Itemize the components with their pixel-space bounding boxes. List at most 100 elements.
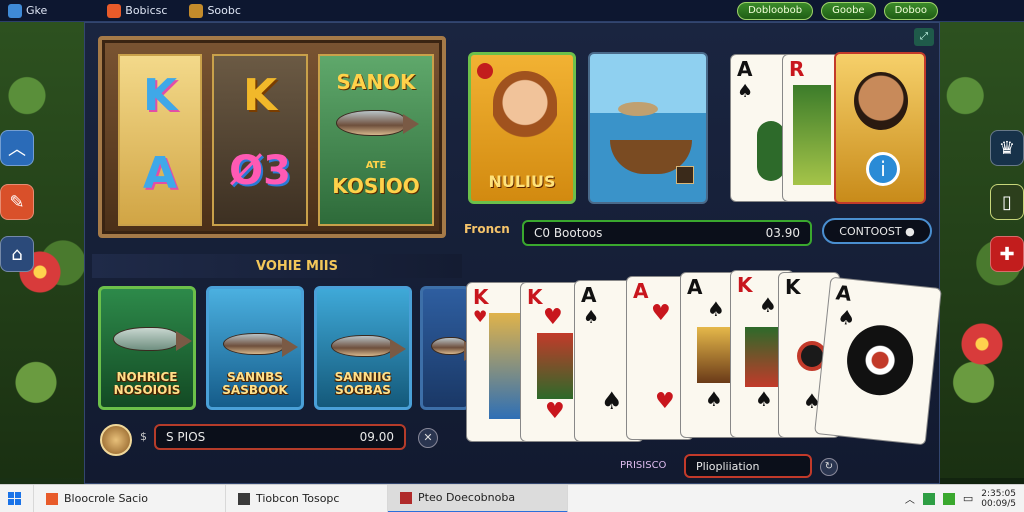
character-portrait [854, 72, 908, 130]
taskbar-app-1[interactable]: Bloocrole Sacio [34, 484, 226, 512]
topbar-button-3[interactable]: Doboo [883, 1, 938, 20]
chevron-up-icon[interactable]: ︿ [905, 491, 915, 506]
pencil-icon: ✎ [9, 191, 25, 213]
app-icon [46, 492, 58, 505]
bonus-label: Froncn [464, 222, 510, 236]
fish-icon [113, 327, 192, 351]
taskbar: Bloocrole Sacio Tiobcon Tosopc Pteo Doec… [0, 484, 1024, 512]
fishing-boat-card[interactable] [588, 52, 708, 204]
game-thumbnail[interactable]: NOHRICE NOSOIOIS [98, 286, 196, 410]
card-art [537, 333, 573, 399]
add-side-button[interactable]: ✚ [990, 236, 1024, 272]
hero-card-label: NULIUS [488, 172, 556, 191]
card-rank: K [527, 285, 543, 309]
balance-field[interactable]: C0 Bootoos 03.90 [522, 220, 812, 246]
battery-icon[interactable]: ▭ [963, 492, 973, 505]
card-art [757, 121, 785, 181]
slot-machine[interactable]: K A K Ø3 SANOK ATE KOSIOO [98, 36, 446, 238]
slot-title-top: SANOK [336, 70, 416, 94]
fish-icon [223, 333, 298, 357]
topbar-item-2[interactable]: Soobc [189, 3, 241, 18]
caret-up-icon: ︿ [8, 139, 26, 160]
heart-icon: ♥ [655, 389, 675, 414]
fish-icon [336, 110, 419, 136]
start-button[interactable] [0, 484, 34, 512]
heart-icon: ♥ [651, 301, 671, 326]
card-rank: K [785, 275, 801, 299]
shield-icon[interactable] [922, 492, 935, 505]
app-title[interactable]: Gke [8, 3, 47, 18]
balance-value: 03.90 [765, 226, 800, 240]
card-rank: A [737, 57, 753, 81]
card-art [697, 327, 731, 383]
bet-label: PRISISCO [620, 460, 667, 471]
user-icon: ⌂ [11, 243, 23, 265]
chest-icon [676, 166, 694, 184]
home-side-button[interactable]: ︿ [0, 130, 34, 166]
refresh-icon[interactable]: ↻ [820, 458, 838, 476]
profile-side-button[interactable]: ⌂ [0, 236, 34, 272]
heart-icon: ♥ [545, 399, 565, 424]
bet-field-label: S PIOS [166, 430, 206, 444]
bet-field-value: 09.00 [359, 430, 394, 444]
playing-card[interactable]: R [782, 54, 840, 202]
thumbnail-label: NOHRICE NOSOIOIS [113, 370, 181, 397]
edit-side-button[interactable]: ✎ [0, 184, 34, 220]
heart-icon: ♥ [473, 307, 488, 326]
phone-side-button[interactable]: ▯ [990, 184, 1024, 220]
topbar-item-1[interactable]: Bobicsc [107, 3, 167, 18]
phone-icon: ▯ [1002, 191, 1012, 213]
windows-icon [8, 492, 21, 505]
avatar[interactable] [100, 424, 132, 456]
hero-game-card[interactable]: NULIUS [468, 52, 576, 204]
game-thumbnail[interactable]: SANNIIG SOGBAS [314, 286, 412, 410]
spade-icon: ♠ [707, 297, 725, 321]
spade-icon: ♠ [755, 387, 773, 411]
expand-icon[interactable]: ⤢ [914, 28, 934, 46]
card-art [745, 327, 779, 387]
spade-icon: ♠ [601, 387, 623, 415]
bet-field[interactable]: S PIOS 09.00 [154, 424, 406, 450]
card-rank: A [581, 283, 597, 307]
info-icon: i [866, 152, 900, 186]
spade-icon: ♠ [836, 304, 857, 331]
heart-icon: ♥ [543, 305, 563, 330]
fish-icon [618, 102, 658, 116]
bell-side-button[interactable]: ♛ [990, 130, 1024, 166]
contest-button[interactable]: CONTOOST ● [822, 218, 932, 244]
card-rank: K [473, 285, 489, 309]
system-tray: ︿ ▭ 2:35:05 00:09/5 [905, 489, 1016, 509]
clock-time: 2:35:05 [981, 488, 1016, 499]
section-title: VOHIE MIIS [92, 254, 462, 278]
game-thumbnail[interactable] [420, 286, 470, 410]
network-icon[interactable] [942, 492, 955, 505]
topbar-button-1[interactable]: Dobloobob [737, 1, 814, 20]
bet-prefix-icon: $ [140, 430, 147, 443]
clock-date: 00:09/5 [981, 498, 1016, 509]
game-icon [107, 3, 122, 18]
playing-card[interactable]: A ♠ [814, 276, 942, 446]
clock[interactable]: 2:35:05 00:09/5 [981, 489, 1016, 509]
character-card[interactable]: i [834, 52, 926, 204]
reel-symbol: K [242, 70, 278, 121]
settings-icon[interactable]: ✕ [418, 428, 438, 448]
spade-icon: ♠ [759, 293, 777, 317]
taskbar-app-3[interactable]: Pteo Doecobnoba [388, 484, 568, 512]
reel-symbol: K [142, 70, 178, 121]
slot-title-small: ATE [365, 160, 387, 171]
play-button[interactable]: Pliopliiation [684, 454, 812, 478]
app-icon [238, 492, 250, 505]
card-rank: A [687, 275, 703, 299]
bell-icon: ♛ [998, 137, 1016, 159]
reel-symbol: A [142, 148, 178, 199]
character-portrait [493, 71, 557, 161]
reel-1: K A [118, 54, 202, 226]
fish-icon [331, 335, 406, 359]
game-thumbnail[interactable]: SANNBS SASBOOK [206, 286, 304, 410]
taskbar-app-2[interactable]: Tiobcon Tosopc [226, 484, 388, 512]
card-art [793, 85, 831, 185]
topbar-button-2[interactable]: Goobe [821, 1, 876, 20]
card-rank: K [737, 273, 753, 297]
app-icon [8, 3, 22, 18]
badge-icon [477, 63, 493, 79]
